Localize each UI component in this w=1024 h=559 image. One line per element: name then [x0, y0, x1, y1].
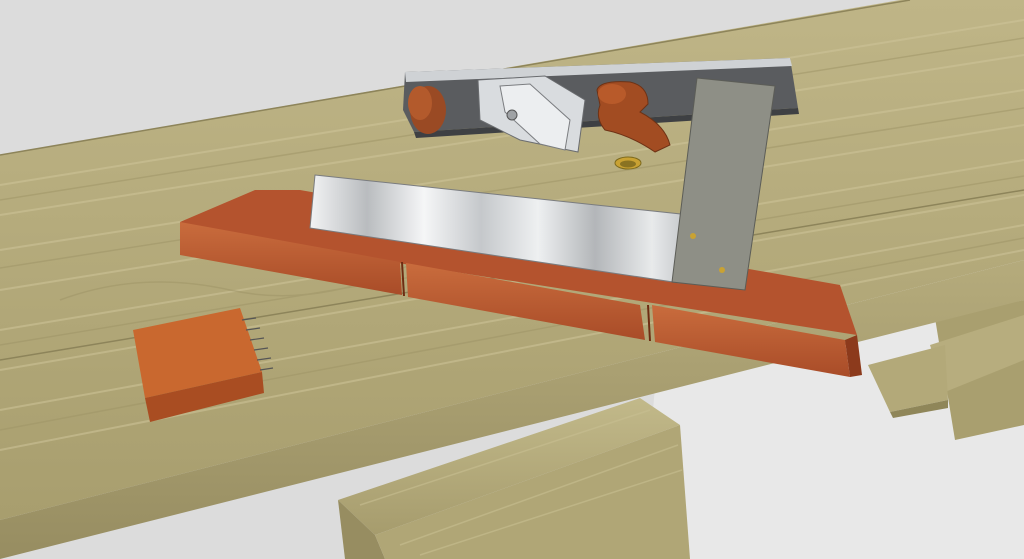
plane-cap-screw — [506, 109, 518, 121]
bench-dog-hole-inner — [620, 160, 636, 168]
plane-tote-top — [598, 84, 626, 104]
plane-front-knob-top — [408, 86, 432, 120]
square-rivet-2 — [719, 267, 725, 273]
square-rivet-1 — [690, 233, 696, 239]
workbench-scene — [0, 0, 1024, 559]
